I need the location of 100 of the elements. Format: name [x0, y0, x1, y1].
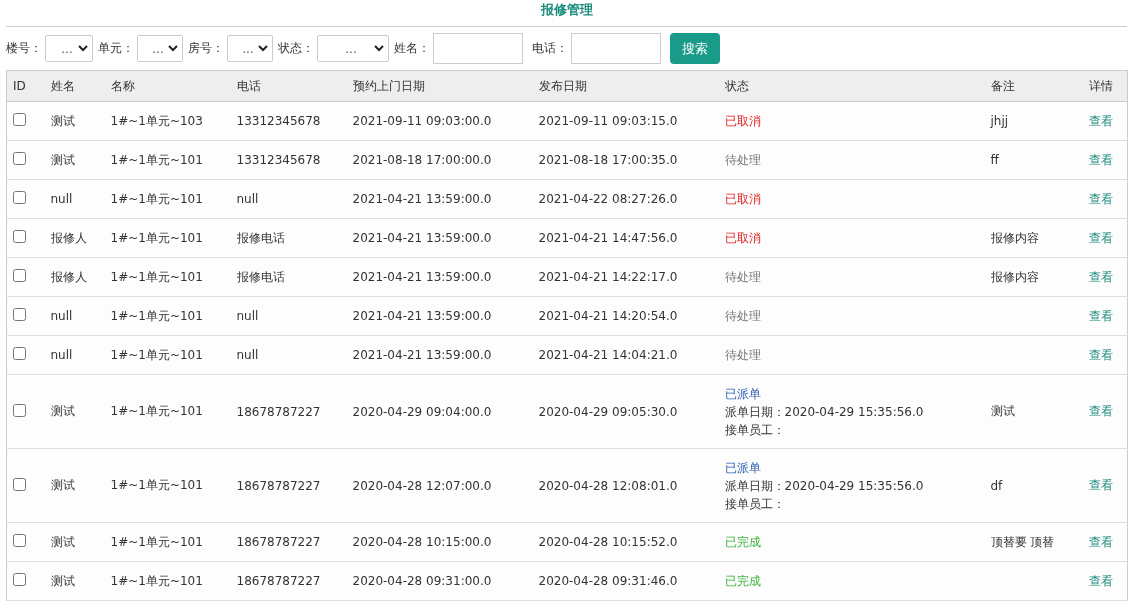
table-cell: 1#~1单元~101	[110, 347, 203, 362]
view-link[interactable]: 查看	[1088, 347, 1113, 362]
table-cell: 2020-04-29 09:05:30.0	[538, 404, 678, 419]
caret-icon	[168, 45, 178, 52]
table-cell: null	[236, 192, 259, 206]
table-cell: 2021-04-21 14:22:17.0	[538, 270, 678, 284]
table-cell: 测试	[50, 573, 75, 588]
table-cell: 2020-04-28 10:15:52.0	[538, 535, 678, 549]
table-cell: 1#~1单元~101	[110, 269, 203, 284]
staff-label: 接单员工：	[724, 495, 786, 513]
view-link[interactable]: 查看	[1088, 534, 1113, 549]
filter-select[interactable]: ...	[317, 35, 389, 62]
table-cell: 报修内容	[990, 230, 1039, 245]
table-cell: 1#~1单元~101	[110, 573, 203, 588]
page-title: 报修管理	[540, 1, 593, 19]
status-text: 已派单	[724, 459, 762, 477]
table-cell: null	[236, 309, 259, 323]
table-cell: 报修人	[50, 230, 87, 245]
table-cell: 测试	[990, 404, 1015, 418]
table-cell: 2021-04-21 13:59:00.0	[352, 231, 492, 245]
table-cell: 2021-04-21 13:59:00.0	[352, 309, 492, 323]
filter-label: 电话：	[532, 40, 568, 57]
column-header: 名称	[104, 70, 231, 102]
view-link[interactable]: 查看	[1088, 308, 1113, 323]
row-checkbox[interactable]	[13, 230, 26, 243]
column-header: 发布日期	[532, 70, 719, 102]
table-cell: 报修电话	[236, 230, 285, 245]
table-cell: 13312345678	[236, 153, 321, 167]
row-checkbox[interactable]	[13, 573, 26, 586]
row-checkbox[interactable]	[13, 152, 26, 165]
view-link[interactable]: 查看	[1088, 230, 1113, 245]
filter-input[interactable]	[433, 33, 523, 64]
table-cell: 2020-04-28 10:15:00.0	[352, 535, 492, 549]
row-checkbox[interactable]	[13, 113, 26, 126]
table-cell: 2020-04-29 09:04:00.0	[352, 404, 492, 419]
table-cell: 测试	[50, 478, 75, 492]
staff-label: 接单员工：	[724, 421, 786, 439]
row-checkbox[interactable]	[13, 477, 26, 491]
filter-label: 楼号：	[6, 40, 42, 57]
status-text: 待处理	[724, 347, 762, 364]
table-cell: 2020-04-28 12:07:00.0	[352, 478, 492, 493]
table-cell: 测试	[50, 534, 75, 549]
view-link[interactable]: 查看	[1088, 269, 1113, 284]
table-cell: null	[50, 192, 73, 206]
filter-select[interactable]: ...	[137, 35, 183, 62]
table-cell: 2021-04-21 14:04:21.0	[538, 348, 678, 362]
table-cell: 2021-04-21 14:20:54.0	[538, 309, 678, 323]
filter-label: 姓名：	[394, 40, 430, 57]
table-cell: 2021-08-18 17:00:00.0	[352, 153, 492, 167]
table-cell: 18678787227	[236, 404, 321, 419]
column-header: ID	[6, 70, 45, 102]
column-header: 详情	[1082, 70, 1128, 102]
row-checkbox[interactable]	[13, 269, 26, 282]
view-link[interactable]: 查看	[1088, 573, 1113, 588]
view-link[interactable]: 查看	[1088, 113, 1113, 128]
view-link[interactable]: 查看	[1088, 404, 1113, 418]
table-cell: 1#~1单元~101	[110, 308, 203, 323]
filter-select[interactable]: ...	[227, 35, 273, 62]
filter-input[interactable]	[571, 33, 661, 64]
table-cell: null	[50, 348, 73, 362]
table-cell: null	[50, 309, 73, 323]
view-link[interactable]: 查看	[1088, 191, 1113, 206]
table-cell: 18678787227	[236, 574, 321, 588]
column-header: 姓名	[44, 70, 105, 102]
row-checkbox[interactable]	[13, 403, 26, 417]
status-text: 已完成	[724, 573, 762, 590]
row-checkbox[interactable]	[13, 191, 26, 204]
status-text: 已完成	[724, 534, 762, 551]
column-header: 状态	[718, 70, 985, 102]
row-checkbox[interactable]	[13, 534, 26, 547]
table-cell: 18678787227	[236, 535, 321, 549]
caret-icon	[78, 45, 88, 52]
table-cell: 2021-04-21 13:59:00.0	[352, 348, 492, 362]
row-checkbox[interactable]	[13, 308, 26, 321]
table-cell: 13312345678	[236, 114, 321, 128]
table-cell: 报修人	[50, 269, 87, 284]
table-cell: 2021-09-11 09:03:15.0	[538, 114, 678, 128]
row-checkbox[interactable]	[13, 347, 26, 360]
table-cell: 顶替要 顶替	[990, 534, 1055, 549]
table-cell: df	[990, 478, 1003, 493]
table-cell: 1#~1单元~101	[110, 191, 203, 206]
table-cell: 测试	[50, 152, 75, 167]
table-cell: 2020-04-28 09:31:46.0	[538, 574, 678, 588]
table-cell: 1#~1单元~101	[110, 404, 203, 418]
column-header: 备注	[984, 70, 1083, 102]
table-cell: 2020-04-28 12:08:01.0	[538, 478, 678, 493]
view-link[interactable]: 查看	[1088, 152, 1113, 167]
table-cell: ff	[990, 153, 999, 167]
table-cell: 2021-04-22 08:27:26.0	[538, 192, 678, 206]
view-link[interactable]: 查看	[1088, 478, 1113, 492]
table-cell: 测试	[50, 113, 75, 128]
filter-select[interactable]: ...	[45, 35, 93, 62]
search-button[interactable]: 搜索	[670, 33, 720, 64]
status-text: 已派单	[724, 385, 762, 403]
filter-label: 单元：	[98, 40, 134, 57]
table-cell: 1#~1单元~103	[110, 113, 203, 128]
filter-label: 状态：	[278, 40, 314, 57]
table-cell: 报修电话	[236, 269, 285, 284]
status-text: 待处理	[724, 308, 762, 325]
status-text: 已取消	[724, 191, 762, 208]
